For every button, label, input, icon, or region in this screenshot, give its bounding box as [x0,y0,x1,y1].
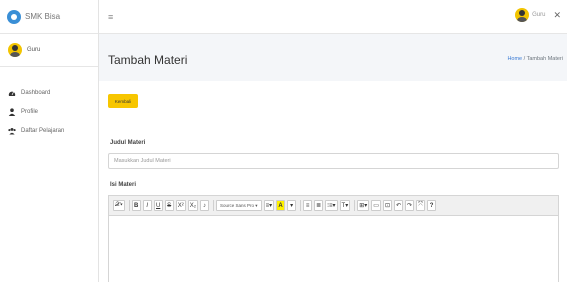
editor-body[interactable] [109,216,558,282]
help-button[interactable]: ? [427,200,437,211]
user-name: Guru [27,47,41,53]
table-dropdown[interactable]: ⊞▾ [357,200,370,211]
topbar-user: Guru ✕ [515,8,561,22]
clear-format-button[interactable]: ♪ [200,200,210,211]
style-dropdown-button[interactable]: 𝒳▾ [113,200,125,211]
users-icon [8,127,16,135]
sidebar-item-label: Dashboard [21,89,51,96]
bold-button[interactable]: B [131,200,141,211]
ordered-list-button[interactable]: ≣ [314,200,324,211]
hamburger-icon[interactable]: ≡ [108,12,113,22]
form-card: Kembali Judul Materi Masukkan Judul Mate… [99,81,567,282]
color-dropdown-button[interactable]: ▾ [287,200,297,211]
breadcrumb-home[interactable]: Home [507,56,522,62]
superscript-button[interactable]: X² [175,200,186,211]
avatar [8,43,22,57]
sidebar: SMK Bisa Guru Dashboard Profile Daftar P… [0,0,99,282]
toolbar-divider [213,200,215,211]
close-icon[interactable]: ✕ [553,10,561,21]
judul-label: Judul Materi [110,140,146,146]
isi-label: Isi Materi [110,182,137,188]
picture-button[interactable]: ⊡ [382,200,392,211]
sidebar-item-dashboard[interactable]: Dashboard [0,83,98,102]
back-button[interactable]: Kembali [108,94,138,108]
user-icon [8,107,16,116]
editor-toolbar: 𝒳▾ B I U S X² X₂ ♪ Source Sans Pro ▾ ≡▾ … [109,196,558,216]
topbar-user-name[interactable]: Guru [532,12,545,18]
paragraph-dropdown[interactable]: ⁝≡▾ [325,200,338,211]
brand[interactable]: SMK Bisa [0,0,98,34]
font-size-dropdown[interactable]: ≡▾ [263,200,275,211]
page-title: Tambah Materi [108,53,188,67]
sidebar-item-profile[interactable]: Profile [0,102,98,121]
horizontal-rule-button[interactable]: ▭ [371,200,381,211]
strikethrough-button[interactable]: S [164,200,174,211]
text-color-button[interactable]: A [276,200,286,211]
brand-name: SMK Bisa [25,12,61,21]
main-area: ≡ Guru ✕ Tambah Materi Home / Tambah Mat… [99,0,567,282]
toolbar-divider [300,200,302,211]
user-panel[interactable]: Guru [0,34,98,67]
rich-text-editor: 𝒳▾ B I U S X² X₂ ♪ Source Sans Pro ▾ ≡▾ … [108,195,559,282]
redo-button[interactable]: ↷ [405,200,415,211]
topbar: ≡ [99,0,567,34]
avatar[interactable] [515,8,530,22]
sidebar-nav: Dashboard Profile Daftar Pelajaran [0,67,98,140]
sidebar-item-label: Daftar Pelajaran [21,127,65,134]
sidebar-item-daftar-pelajaran[interactable]: Daftar Pelajaran [0,121,98,140]
undo-button[interactable]: ↶ [393,200,403,211]
sidebar-item-label: Profile [21,108,39,115]
underline-button[interactable]: U [153,200,163,211]
line-height-dropdown[interactable]: T▾ [339,200,351,211]
italic-button[interactable]: I [142,200,152,211]
font-family-dropdown[interactable]: Source Sans Pro ▾ [216,200,262,211]
toolbar-divider [128,200,130,211]
brand-logo [7,9,21,24]
breadcrumb: Home / Tambah Materi [507,56,563,62]
toolbar-divider [354,200,356,211]
breadcrumb-current: Tambah Materi [526,56,563,62]
breadcrumb-separator: / [523,56,526,62]
dashboard-icon [8,89,16,97]
judul-input[interactable]: Masukkan Judul Materi [108,153,559,169]
subscript-button[interactable]: X₂ [187,200,199,211]
unordered-list-button[interactable]: ≡ [303,200,313,211]
fullscreen-button[interactable]: ⤧ [416,200,426,211]
